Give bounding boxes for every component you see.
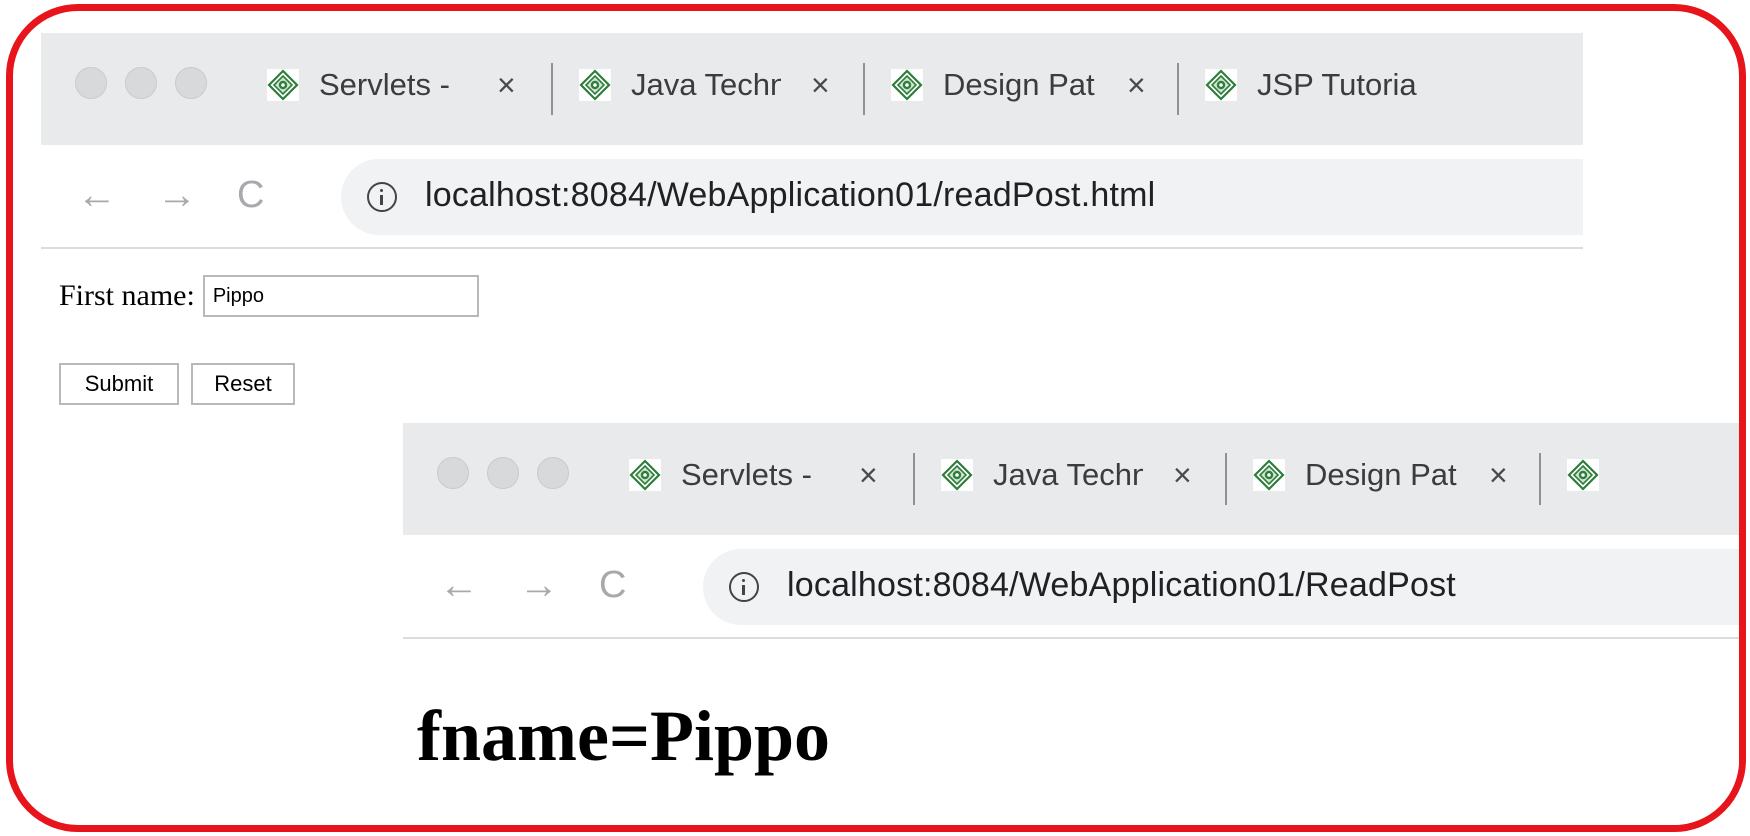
first-name-row: First name: — [59, 275, 479, 317]
tab-title: Servlets - — [319, 67, 450, 102]
site-favicon-icon — [1253, 459, 1285, 491]
tab-title: Java Techn — [993, 457, 1143, 492]
tab-separator — [1539, 453, 1541, 505]
tab-separator — [1177, 63, 1179, 115]
tab-strip: Servlets - × Java Techn × Design Pat × J… — [41, 33, 1583, 145]
reset-button[interactable]: Reset — [191, 363, 295, 405]
tab-servlets[interactable]: Servlets - × — [629, 451, 899, 499]
close-tab-icon[interactable]: × — [1173, 451, 1192, 499]
site-favicon-icon — [891, 69, 923, 101]
url-host: localhost — [425, 176, 561, 214]
screenshot-frame: Servlets - × Java Techn × Design Pat × J… — [6, 4, 1746, 832]
browser-toolbar: ← → C localhost:8084/WebApplication01/Re… — [403, 535, 1739, 639]
page-content: fname=Pippo — [403, 641, 1739, 825]
first-name-input[interactable] — [202, 275, 479, 317]
close-tab-icon[interactable]: × — [1127, 61, 1146, 109]
reload-icon[interactable]: C — [599, 561, 626, 609]
site-favicon-icon — [1205, 69, 1237, 101]
browser-toolbar: ← → C localhost:8084/WebApplication01/re… — [41, 145, 1583, 249]
window-close-dot[interactable] — [437, 457, 469, 489]
tab-title: Design Pat — [943, 67, 1095, 102]
tab-separator — [551, 63, 553, 115]
tab-java-tech[interactable]: Java Techn × — [941, 451, 1211, 499]
window-minimize-dot[interactable] — [487, 457, 519, 489]
site-favicon-icon — [1567, 459, 1599, 491]
address-bar[interactable]: localhost:8084/WebApplication01/ReadPost — [703, 549, 1739, 625]
info-icon[interactable] — [729, 572, 759, 602]
window-minimize-dot[interactable] — [125, 67, 157, 99]
close-tab-icon[interactable]: × — [859, 451, 878, 499]
result-heading: fname=Pippo — [417, 696, 831, 776]
window-close-dot[interactable] — [75, 67, 107, 99]
address-url[interactable]: localhost:8084/WebApplication01/readPost… — [425, 176, 1155, 215]
close-tab-icon[interactable]: × — [811, 61, 830, 109]
first-name-label: First name: — [59, 279, 195, 312]
tab-design-patterns[interactable]: Design Pat × — [1253, 451, 1523, 499]
tab-design-patterns[interactable]: Design Pat × — [891, 61, 1161, 109]
tab-title: Java Techn — [631, 67, 781, 102]
reload-icon[interactable]: C — [237, 171, 264, 219]
tab-separator — [1225, 453, 1227, 505]
site-favicon-icon — [941, 459, 973, 491]
window-zoom-dot[interactable] — [537, 457, 569, 489]
back-arrow-icon[interactable]: ← — [77, 171, 117, 219]
forward-arrow-icon[interactable]: → — [519, 561, 559, 609]
close-tab-icon[interactable]: × — [1489, 451, 1508, 499]
tab-strip: Servlets - × Java Techn × Design Pat × — [403, 423, 1746, 535]
submit-button[interactable]: Submit — [59, 363, 179, 405]
tab-separator — [913, 453, 915, 505]
url-path: :8084/WebApplication01/readPost.html — [561, 176, 1156, 214]
back-arrow-icon[interactable]: ← — [439, 561, 479, 609]
info-icon[interactable] — [367, 182, 397, 212]
tab-title: Design Pat — [1305, 457, 1457, 492]
tab-java-tech[interactable]: Java Techn × — [579, 61, 849, 109]
site-favicon-icon — [629, 459, 661, 491]
address-url[interactable]: localhost:8084/WebApplication01/ReadPost — [787, 566, 1456, 605]
page-content: First name: Submit Reset — [41, 251, 1583, 413]
tab-title: Servlets - — [681, 457, 812, 492]
url-path: :8084/WebApplication01/ReadPost — [923, 566, 1456, 604]
address-bar[interactable]: localhost:8084/WebApplication01/readPost… — [341, 159, 1583, 235]
browser-window-form: Servlets - × Java Techn × Design Pat × J… — [41, 33, 1583, 413]
url-host: localhost — [787, 566, 923, 604]
tab-partial[interactable] — [1567, 451, 1746, 499]
close-tab-icon[interactable]: × — [497, 61, 516, 109]
tab-separator — [863, 63, 865, 115]
browser-window-result: Servlets - × Java Techn × Design Pat × ←… — [403, 423, 1746, 825]
forward-arrow-icon[interactable]: → — [157, 171, 197, 219]
tab-jsp-tutorial[interactable]: JSP Tutoria — [1205, 61, 1425, 109]
window-zoom-dot[interactable] — [175, 67, 207, 99]
site-favicon-icon — [267, 69, 299, 101]
tab-servlets[interactable]: Servlets - × — [267, 61, 537, 109]
site-favicon-icon — [579, 69, 611, 101]
tab-title: JSP Tutoria — [1257, 67, 1417, 102]
